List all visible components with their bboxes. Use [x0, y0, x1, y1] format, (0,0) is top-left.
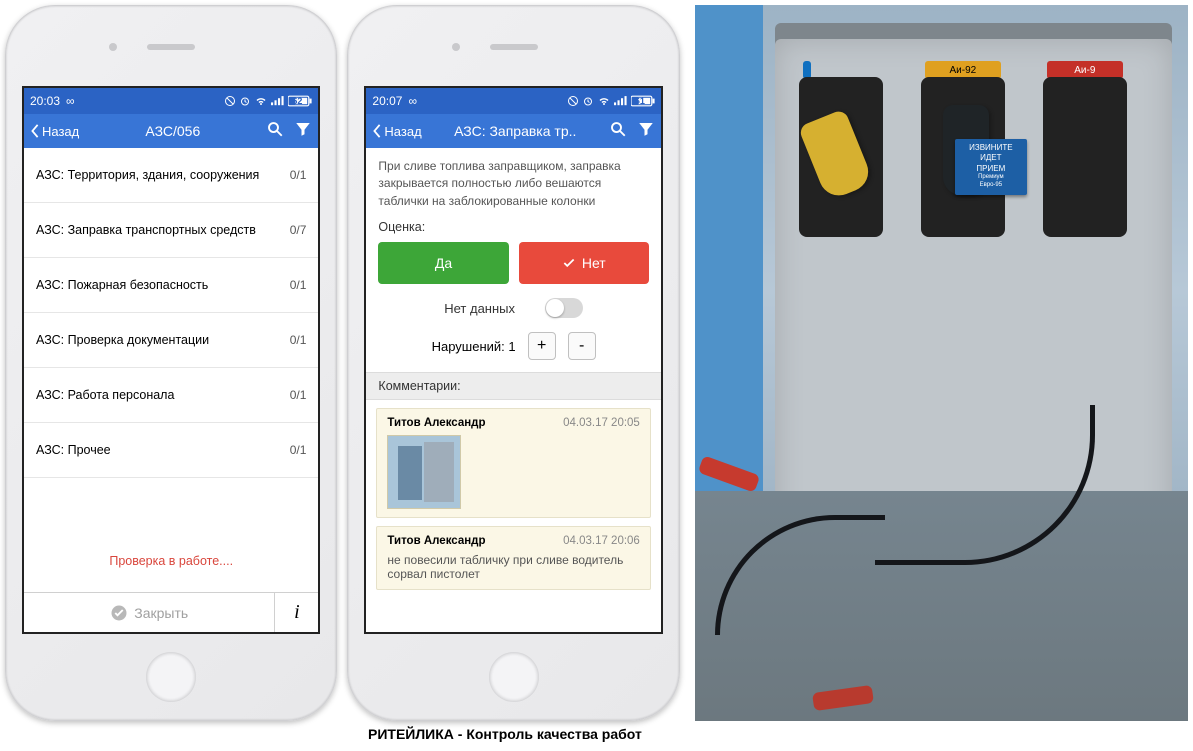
no-button[interactable]: Нет [519, 242, 649, 284]
item-count: 0/1 [290, 388, 307, 402]
comment-date: 04.03.17 20:05 [563, 417, 640, 429]
comment-text: не повесили табличку при сливе водитель … [387, 553, 639, 581]
filter-icon[interactable] [294, 120, 312, 143]
checklist-item[interactable]: АЗС: Проверка документации 0/1 [24, 313, 318, 368]
camera-dot [109, 43, 117, 51]
comments-header: Комментарии: [366, 372, 660, 400]
dnd-icon [567, 95, 579, 107]
nodata-label: Нет данных [444, 301, 515, 316]
screen-1: 20:03 ∞ 62 Назад АЗС/056 [22, 86, 320, 634]
item-label: АЗС: Проверка документации [36, 333, 209, 347]
item-count: 0/1 [290, 443, 307, 457]
back-label: Назад [384, 124, 421, 139]
item-count: 0/1 [290, 278, 307, 292]
checklist-item[interactable]: АЗС: Территория, здания, сооружения 0/1 [24, 148, 318, 203]
back-label: Назад [42, 124, 79, 139]
dnd-icon [224, 95, 236, 107]
item-label: АЗС: Работа персонала [36, 388, 174, 402]
back-button[interactable]: Назад [30, 124, 79, 139]
earpiece [147, 44, 195, 50]
wifi-icon [597, 95, 611, 107]
yes-button[interactable]: Да [378, 242, 508, 284]
close-label: Закрыть [134, 605, 188, 621]
back-button[interactable]: Назад [372, 124, 421, 139]
yes-label: Да [435, 255, 452, 271]
question-content: При сливе топлива заправщиком, заправка … [366, 148, 660, 632]
decrement-button[interactable]: - [568, 332, 596, 360]
image-caption: РИТЕЙЛИКА - Контроль качества работ [368, 726, 688, 742]
battery-percent: 61 [635, 96, 645, 106]
violations-label: Нарушений: 1 [432, 339, 516, 354]
item-count: 0/1 [290, 168, 307, 182]
comment-card[interactable]: Титов Александр 04.03.17 20:06 не повесили… [376, 526, 650, 590]
infinity-icon: ∞ [408, 94, 417, 108]
earpiece [490, 44, 538, 50]
phone-frame-2: 20:07 ∞ 61 Назад АЗС: Заправка тр.. [347, 5, 679, 721]
infinity-icon: ∞ [66, 94, 75, 108]
comment-author: Титов Александр [387, 535, 485, 547]
signal-icon [271, 95, 285, 107]
checklist-item[interactable]: АЗС: Работа персонала 0/1 [24, 368, 318, 423]
battery-percent: 62 [292, 96, 302, 106]
comment-card[interactable]: Титов Александр 04.03.17 20:05 [376, 408, 650, 518]
comment-author: Титов Александр [387, 417, 485, 429]
filter-icon[interactable] [637, 120, 655, 143]
checklist-item[interactable]: АЗС: Пожарная безопасность 0/1 [24, 258, 318, 313]
increment-button[interactable]: + [528, 332, 556, 360]
status-bar: 20:03 ∞ 62 [24, 88, 318, 114]
checklist-content: АЗС: Территория, здания, сооружения0/1АЗ… [24, 148, 318, 632]
item-label: АЗС: Пожарная безопасность [36, 278, 208, 292]
rating-label: Оценка: [366, 218, 660, 242]
nav-bar: Назад АЗС/056 [24, 114, 318, 148]
search-icon[interactable] [609, 120, 627, 143]
status-time: 20:07 [372, 94, 402, 108]
signal-icon [614, 95, 628, 107]
item-count: 0/7 [290, 223, 307, 237]
chevron-left-icon [30, 124, 40, 138]
home-button[interactable] [146, 652, 196, 702]
work-status-text: Проверка в работе.... [24, 554, 318, 568]
chevron-left-icon [372, 124, 382, 138]
nav-title: АЗС/056 [83, 123, 262, 139]
nav-title: АЗС: Заправка тр.. [426, 123, 605, 139]
status-bar: 20:07 ∞ 61 [366, 88, 660, 114]
pump-photo: Аи-92 Аи-9 ИЗВИНИТЕ ИДЕТ ПРИЕМ Премиум Е… [695, 5, 1188, 721]
phone-frame-1: 20:03 ∞ 62 Назад АЗС/056 [5, 5, 337, 721]
item-label: АЗС: Заправка транспортных средств [36, 223, 256, 237]
comment-thumbnail[interactable] [387, 435, 461, 509]
screen-2: 20:07 ∞ 61 Назад АЗС: Заправка тр.. [364, 86, 662, 634]
wifi-icon [254, 95, 268, 107]
item-label: АЗС: Территория, здания, сооружения [36, 168, 259, 182]
checklist-item[interactable]: АЗС: Прочее 0/1 [24, 423, 318, 478]
info-button[interactable]: i [274, 593, 318, 632]
check-circle-icon [110, 604, 128, 622]
camera-dot [452, 43, 460, 51]
search-icon[interactable] [266, 120, 284, 143]
nav-bar: Назад АЗС: Заправка тр.. [366, 114, 660, 148]
home-button[interactable] [489, 652, 539, 702]
bottom-bar: Закрыть i [24, 592, 318, 632]
checklist-item[interactable]: АЗС: Заправка транспортных средств 0/7 [24, 203, 318, 258]
item-label: АЗС: Прочее [36, 443, 111, 457]
check-icon [562, 256, 576, 270]
close-button[interactable]: Закрыть [24, 604, 274, 622]
comment-date: 04.03.17 20:06 [563, 535, 640, 547]
alarm-icon [582, 95, 594, 107]
alarm-icon [239, 95, 251, 107]
apology-sign: ИЗВИНИТЕ ИДЕТ ПРИЕМ Премиум Евро-95 [955, 139, 1027, 195]
item-count: 0/1 [290, 333, 307, 347]
no-label: Нет [582, 255, 606, 271]
question-text: При сливе топлива заправщиком, заправка … [366, 148, 660, 218]
nodata-toggle[interactable] [545, 298, 583, 318]
status-time: 20:03 [30, 94, 60, 108]
